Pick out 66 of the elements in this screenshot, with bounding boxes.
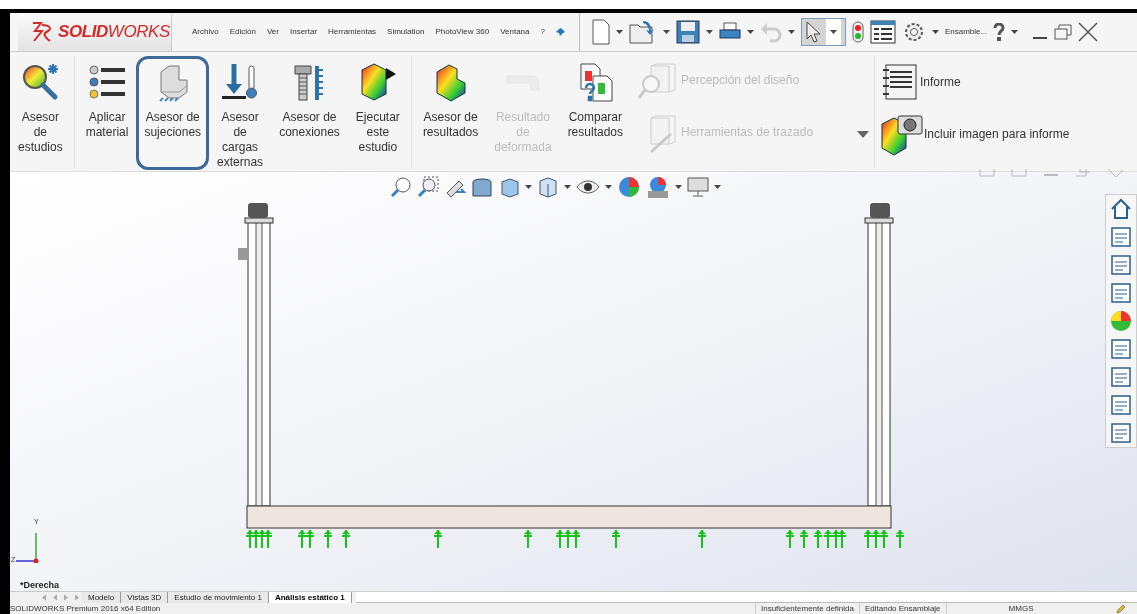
caret-icon[interactable] (829, 30, 837, 34)
ribbon-button[interactable]: Asesor de conexiones (271, 56, 348, 170)
caret-icon[interactable] (605, 185, 612, 189)
ribbon-button[interactable]: Asesor de resultados (414, 56, 487, 170)
traffic-light-icon[interactable] (851, 21, 864, 43)
view-orientation-icon[interactable] (498, 176, 520, 198)
eye-icon[interactable] (576, 178, 600, 196)
status-field: Insuficientemente definida (755, 602, 859, 614)
ribbon-button[interactable]: Asesor de cargas externas (209, 56, 272, 170)
menu-item[interactable]: Archivo (192, 26, 219, 38)
caret-icon[interactable] (746, 30, 754, 34)
open-folder-icon[interactable] (628, 19, 657, 45)
menu-item[interactable]: Ver (266, 26, 279, 38)
ribbon-button[interactable]: Incluir imagen para informe (880, 112, 1070, 156)
caret-icon[interactable] (1011, 30, 1019, 34)
notebook-icon (880, 62, 920, 102)
cursor-arrow-icon (805, 21, 822, 43)
caret-icon[interactable] (662, 30, 670, 34)
restore-icon[interactable] (1054, 24, 1073, 40)
menu-item[interactable]: Simulation (387, 26, 425, 38)
menu-item[interactable]: PhotoView 360 (435, 26, 490, 38)
caret-icon[interactable] (525, 185, 532, 189)
zoom-fit-icon[interactable] (390, 176, 412, 198)
caret-icon[interactable] (714, 185, 721, 189)
help-icon[interactable] (993, 23, 1006, 41)
ribbon-button[interactable]: Comparar resultados (559, 56, 631, 170)
status-text: SOLIDWORKS Premium 2016 x64 Edition (10, 602, 162, 614)
color-wheel-icon[interactable] (1109, 309, 1133, 333)
appearance-icon[interactable] (617, 175, 641, 199)
magnifier-icon (20, 62, 61, 102)
menu-item[interactable]: Ventana (500, 26, 530, 38)
caret-icon[interactable] (564, 185, 571, 189)
print-icon[interactable] (718, 22, 741, 42)
property-list-icon[interactable] (869, 20, 896, 44)
list-icon[interactable] (1109, 337, 1133, 361)
pin-icon[interactable] (555, 27, 565, 37)
camera-block-icon (880, 112, 924, 156)
material-list-icon (87, 62, 128, 102)
caret-icon[interactable] (931, 30, 939, 34)
status-field: MMGS (945, 602, 1096, 614)
save-icon[interactable] (675, 20, 700, 44)
display-style-icon[interactable] (537, 176, 559, 198)
ribbon-button[interactable]: Informe (880, 62, 1070, 102)
monitor-icon[interactable] (687, 177, 709, 197)
select-button[interactable] (800, 18, 846, 46)
menu-item[interactable]: Herramientas (328, 26, 377, 38)
ds-logo-icon (30, 21, 54, 43)
menu-item[interactable]: Edición (229, 26, 256, 38)
caret-icon[interactable] (787, 30, 795, 34)
caret-icon[interactable] (675, 185, 682, 189)
section-view-icon[interactable] (471, 176, 493, 198)
logo[interactable]: SOLIDWORKS (18, 13, 172, 51)
zoom-area-icon[interactable] (417, 176, 439, 198)
document-name: Ensamble... (944, 26, 988, 38)
ribbon-button[interactable]: Asesor de sujeciones (136, 56, 210, 170)
status-field: Editando Ensamblaje (858, 602, 946, 614)
view-name: *Derecha (20, 578, 60, 592)
ribbon-button[interactable]: Aplicar material (77, 56, 137, 170)
menu-item[interactable]: ? (540, 26, 545, 38)
scene-icon[interactable] (646, 175, 670, 199)
caret-icon[interactable] (615, 30, 623, 34)
ribbon-button[interactable]: Asesor de estudios (10, 56, 71, 170)
menu-item[interactable]: Insertar (289, 26, 318, 38)
ribbon-button[interactable]: Ejecutar este estudio (347, 56, 408, 170)
home-icon[interactable] (1109, 197, 1133, 221)
caret-icon[interactable] (705, 30, 713, 34)
